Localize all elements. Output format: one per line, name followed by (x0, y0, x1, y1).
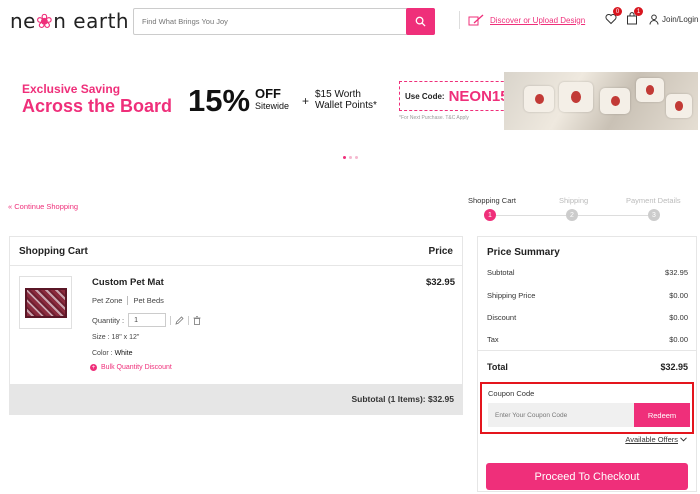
carousel-dot[interactable] (343, 156, 346, 159)
continue-shopping-link[interactable]: « Continue Shopping (8, 202, 78, 211)
summary-total: Total $32.95 (487, 362, 688, 372)
plus-icon: + (90, 364, 97, 371)
product-categories: Pet Zone Pet Beds (92, 296, 164, 305)
bulk-discount-link[interactable]: + Bulk Quantity Discount (90, 364, 172, 371)
available-offers-link[interactable]: Available Offers (625, 435, 687, 444)
cart-button[interactable]: 1 (626, 7, 643, 30)
step-circle-cart: 1 (484, 209, 496, 221)
product-thumbnail[interactable] (19, 276, 72, 329)
product-color: Color : White (92, 350, 133, 357)
step-label-cart: Shopping Cart (468, 196, 516, 205)
design-pencil-icon (468, 14, 484, 26)
trash-icon[interactable] (193, 315, 201, 325)
step-connector (496, 215, 566, 216)
banner-plus: + (302, 94, 310, 108)
discover-link[interactable]: Discover or Upload Design (459, 11, 585, 29)
rug-image (24, 287, 67, 318)
search-icon (415, 16, 426, 27)
divider (170, 315, 172, 325)
login-label: Join/Login (662, 15, 699, 24)
cart-header: Shopping Cart Price (10, 237, 462, 266)
category-pet-beds[interactable]: Pet Beds (133, 296, 163, 305)
product-price: $32.95 (425, 277, 455, 288)
divider (478, 350, 696, 351)
site-header: ne❀n earth Discover or Upload Design 0 1… (0, 0, 700, 42)
coupon-input[interactable]: Enter Your Coupon Code (488, 403, 634, 427)
summary-row-subtotal: Subtotal $32.95 (487, 268, 688, 277)
search-input[interactable] (134, 9, 404, 34)
cart-title: Shopping Cart (19, 245, 88, 257)
cart-count-badge: 1 (634, 7, 643, 16)
edit-icon[interactable] (175, 315, 184, 325)
discover-link-label[interactable]: Discover or Upload Design (490, 16, 585, 25)
wishlist-count-badge: 0 (613, 7, 622, 16)
checkout-steps: Shopping Cart Shipping Payment Details 1… (468, 196, 698, 222)
search-button[interactable] (406, 8, 435, 35)
divider (188, 315, 190, 325)
step-label-payment: Payment Details (626, 196, 681, 205)
redeem-button[interactable]: Redeem (634, 403, 690, 427)
divider (127, 296, 129, 305)
quantity-row: Quantity : 1 (92, 313, 201, 327)
user-icon (649, 14, 659, 25)
carousel-dot[interactable] (349, 156, 352, 159)
cart-subtotal: Subtotal (1 Items): $32.95 (10, 384, 462, 414)
step-label-shipping: Shipping (559, 196, 589, 205)
banner-percent: 15% (188, 83, 251, 118)
summary-row-shipping: Shipping Price $0.00 (487, 291, 688, 300)
wishlist-button[interactable]: 0 (605, 7, 622, 30)
price-summary-panel: Price Summary Subtotal $32.95 Shipping Pr… (477, 236, 697, 492)
step-circle-payment: 3 (648, 209, 660, 221)
carousel-dot[interactable] (355, 156, 358, 159)
cart-item (10, 266, 462, 385)
shopping-cart-panel: Shopping Cart Price Custom Pet Mat $32.9… (9, 236, 463, 415)
search-bar (133, 8, 435, 35)
banner-wallet: $15 Worth Wallet Points* (315, 89, 377, 111)
proceed-to-checkout-button[interactable]: Proceed To Checkout (486, 463, 688, 490)
logo[interactable]: ne❀n earth (10, 9, 129, 33)
summary-row-tax: Tax $0.00 (487, 335, 688, 344)
price-column-header: Price (428, 245, 453, 257)
login-link[interactable]: Join/Login (649, 14, 698, 25)
banner-headline: Exclusive Saving Across the Board (22, 82, 173, 116)
summary-title: Price Summary (487, 247, 560, 258)
chevron-down-icon (680, 437, 687, 442)
promo-banner[interactable]: Exclusive Saving Across the Board 15% OF… (0, 72, 700, 130)
quantity-input[interactable]: 1 (128, 313, 167, 327)
banner-off: OFF Sitewide (255, 86, 290, 111)
step-circle-shipping: 2 (566, 209, 578, 221)
product-size: Size : 18" x 12" (92, 334, 140, 341)
product-name[interactable]: Custom Pet Mat (92, 277, 164, 288)
coupon-label: Coupon Code (488, 389, 535, 398)
coupon-section: Coupon Code Enter Your Coupon Code Redee… (480, 382, 694, 434)
step-connector (578, 215, 648, 216)
logo-flower-icon: ❀ (35, 9, 54, 33)
double-chevron-left-icon: « (8, 202, 13, 211)
category-pet-zone[interactable]: Pet Zone (92, 296, 122, 305)
divider (459, 11, 460, 29)
banner-image (504, 72, 698, 130)
quantity-label: Quantity : (92, 315, 125, 325)
carousel-dots (343, 156, 358, 159)
banner-coupon-code: Use Code: NEON15 (399, 81, 519, 111)
banner-note: *For Next Purchase. T&C Apply (399, 115, 469, 121)
summary-row-discount: Discount $0.00 (487, 313, 688, 322)
